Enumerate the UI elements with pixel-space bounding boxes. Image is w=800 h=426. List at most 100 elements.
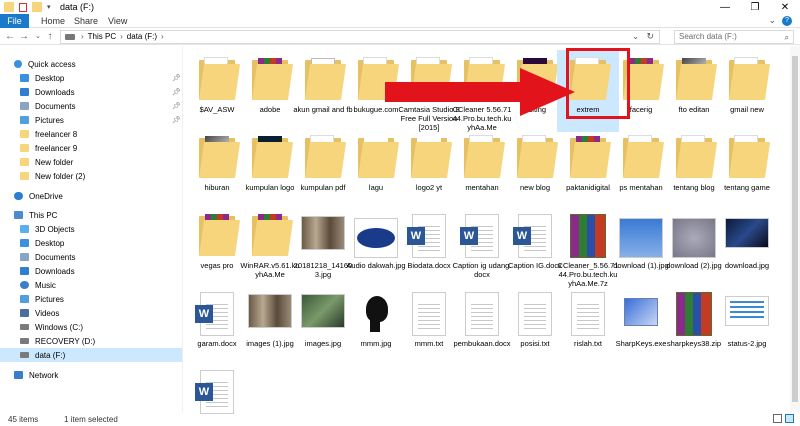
details-view-icon[interactable] <box>773 414 782 423</box>
nav-onedrive[interactable]: OneDrive <box>0 189 182 203</box>
folder-icon <box>4 2 14 12</box>
refresh-icon[interactable]: ↻ <box>646 31 654 42</box>
large-icons-view-icon[interactable] <box>785 414 794 423</box>
desktop-icon <box>20 239 29 247</box>
pictures-icon <box>20 295 29 303</box>
nav-windows-c[interactable]: Windows (C:) <box>0 320 182 334</box>
file-item[interactable]: status-2.jpg <box>716 284 778 366</box>
text-document-icon <box>571 292 605 336</box>
network-icon <box>14 371 23 379</box>
close-button[interactable]: ✕ <box>770 0 800 14</box>
new-folder-icon[interactable] <box>32 2 42 12</box>
selection-count: 1 item selected <box>64 415 118 424</box>
address-dropdown-icon[interactable]: ⌄ <box>632 32 639 41</box>
tab-file[interactable]: File <box>0 14 29 28</box>
folder-icon <box>462 134 506 180</box>
folder-icon <box>197 134 241 180</box>
folder-icon <box>250 212 294 258</box>
status-bar: 45 items 1 item selected <box>0 412 800 426</box>
minimize-button[interactable]: — <box>710 0 740 14</box>
documents-icon <box>20 102 29 110</box>
file-name: status-2.jpg <box>727 339 767 348</box>
folder-icon <box>197 56 241 102</box>
folder-icon <box>515 134 559 180</box>
desktop-icon <box>20 74 29 82</box>
nav-new-folder[interactable]: New folder <box>0 155 182 169</box>
nav-new-folder-2[interactable]: New folder (2) <box>0 169 182 183</box>
nav-3d-objects[interactable]: 3D Objects <box>0 222 182 236</box>
folder-item[interactable]: gmail new <box>716 50 778 132</box>
word-document-icon: W <box>195 370 234 414</box>
nav-pc-downloads[interactable]: Downloads <box>0 264 182 278</box>
word-document-icon: W <box>513 214 552 258</box>
up-button[interactable]: ↑ <box>44 29 56 45</box>
folder-icon <box>356 134 400 180</box>
nav-pc-documents[interactable]: Documents <box>0 250 182 264</box>
title-bar: ▾ data (F:) — ❐ ✕ <box>0 0 800 14</box>
folder-icon <box>197 212 241 258</box>
folder-icon <box>20 172 29 180</box>
help-icon[interactable]: ? <box>782 16 792 26</box>
folder-icon <box>621 134 665 180</box>
expand-ribbon-icon[interactable]: ⌄ <box>768 15 776 26</box>
nav-music[interactable]: Music <box>0 278 182 292</box>
nav-data-f[interactable]: data (F:) <box>0 348 182 362</box>
nav-quick-access[interactable]: Quick access <box>0 57 182 71</box>
image-thumbnail-icon <box>356 292 396 336</box>
nav-freelancer-8[interactable]: freelancer 8 <box>0 127 182 141</box>
image-thumbnail-icon <box>354 218 398 258</box>
breadcrumb-this-pc[interactable]: This PC <box>88 32 116 41</box>
nav-pictures[interactable]: Pictures 📌︎ <box>0 113 182 127</box>
pane-divider[interactable] <box>182 46 183 412</box>
red-highlight-box <box>566 48 630 119</box>
nav-downloads[interactable]: Downloads 📌︎ <box>0 85 182 99</box>
word-document-icon: W <box>460 214 499 258</box>
pin-icon: 📌︎ <box>172 117 181 124</box>
maximize-button[interactable]: ❐ <box>740 0 770 14</box>
drive-icon <box>20 324 29 330</box>
documents-icon <box>20 253 29 261</box>
pin-icon: 📌︎ <box>172 89 181 96</box>
nav-network[interactable]: Network <box>0 368 182 382</box>
item-count: 45 items <box>8 415 39 424</box>
tab-view[interactable]: View <box>100 14 135 28</box>
folder-icon <box>727 56 771 102</box>
nav-documents[interactable]: Documents 📌︎ <box>0 99 182 113</box>
nav-freelancer-9[interactable]: freelancer 9 <box>0 141 182 155</box>
window-title: data (F:) <box>60 2 95 12</box>
nav-pc-pictures[interactable]: Pictures <box>0 292 182 306</box>
breadcrumb-data-f[interactable]: data (F:) <box>127 32 157 41</box>
nav-videos[interactable]: Videos <box>0 306 182 320</box>
navigation-pane: Quick access Desktop 📌︎ Downloads 📌︎ Doc… <box>0 52 182 412</box>
vertical-scrollbar[interactable] <box>790 46 800 412</box>
properties-icon[interactable] <box>19 2 27 12</box>
downloads-icon <box>20 88 29 96</box>
pin-icon: 📌︎ <box>172 103 181 110</box>
search-icon: ⌕ <box>784 33 789 42</box>
folder-icon <box>250 56 294 102</box>
image-thumbnail-icon <box>248 294 292 328</box>
recent-locations-icon[interactable]: ⌄ <box>32 29 44 45</box>
scrollbar-thumb[interactable] <box>792 56 798 402</box>
text-document-icon <box>412 292 446 336</box>
search-input[interactable]: Search data (F:) ⌕ <box>674 30 794 44</box>
text-document-icon <box>518 292 552 336</box>
image-thumbnail-icon <box>301 294 345 328</box>
nav-recovery-d[interactable]: RECOVERY (D:) <box>0 334 182 348</box>
nav-this-pc[interactable]: This PC <box>0 208 182 222</box>
back-button[interactable]: ← <box>4 29 16 45</box>
image-thumbnail-icon <box>619 218 663 258</box>
nav-desktop[interactable]: Desktop 📌︎ <box>0 71 182 85</box>
forward-button[interactable]: → <box>18 29 30 45</box>
computer-icon <box>14 211 23 219</box>
folder-item[interactable]: tentang game <box>716 128 778 210</box>
address-bar[interactable]: › This PC › data (F:) › ⌄ ↻ <box>60 30 660 44</box>
video-icon <box>20 309 29 317</box>
folder-icon <box>303 134 347 180</box>
customize-toolbar-icon[interactable]: ▾ <box>47 3 51 11</box>
file-name: gmail new <box>730 105 764 114</box>
pictures-icon <box>20 116 29 124</box>
nav-pc-desktop[interactable]: Desktop <box>0 236 182 250</box>
pin-icon: 📌︎ <box>172 75 181 82</box>
file-item[interactable]: download.jpg <box>716 206 778 288</box>
